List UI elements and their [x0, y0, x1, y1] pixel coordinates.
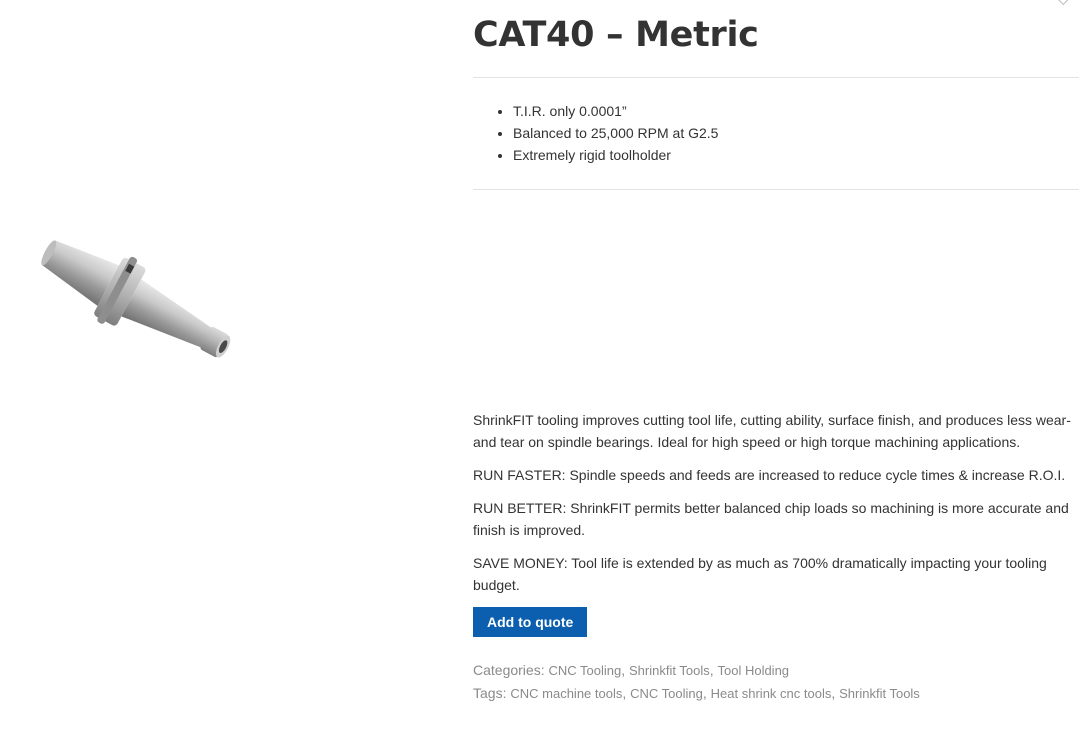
category-link[interactable]: CNC Tooling	[548, 663, 621, 678]
tags-label: Tags:	[473, 685, 507, 701]
description-paragraph: ShrinkFIT tooling improves cutting tool …	[473, 412, 1071, 450]
divider	[473, 189, 1079, 190]
toolholder-image	[41, 240, 231, 358]
categories-label: Categories:	[473, 662, 545, 678]
product-summary: CAT40 – Metric T.I.R. only 0.0001” Balan…	[473, 0, 1079, 705]
description-paragraph: RUN FASTER: Spindle speeds and feeds are…	[473, 467, 1066, 483]
product-description: ShrinkFIT tooling improves cutting tool …	[473, 409, 1079, 596]
tag-link[interactable]: CNC Tooling	[630, 686, 703, 701]
categories-row: Categories: CNC Tooling, Shrinkfit Tools…	[473, 662, 790, 678]
product-image[interactable]	[28, 228, 256, 368]
feature-item: T.I.R. only 0.0001”	[513, 100, 1079, 122]
tags-row: Tags: CNC machine tools, CNC Tooling, He…	[473, 685, 920, 701]
description-paragraph: SAVE MONEY: Tool life is extended by as …	[473, 555, 1047, 593]
category-link[interactable]: Tool Holding	[717, 663, 789, 678]
tag-link[interactable]: Shrinkfit Tools	[839, 686, 920, 701]
feature-list: T.I.R. only 0.0001” Balanced to 25,000 R…	[473, 100, 1079, 166]
divider	[473, 77, 1079, 78]
product-title: CAT40 – Metric	[473, 15, 759, 55]
tag-link[interactable]: CNC machine tools	[510, 686, 622, 701]
add-to-quote-button[interactable]: Add to quote	[473, 607, 588, 637]
category-link[interactable]: Shrinkfit Tools	[629, 663, 710, 678]
feature-item: Extremely rigid toolholder	[513, 144, 1079, 166]
product-meta: Categories: CNC Tooling, Shrinkfit Tools…	[473, 659, 1079, 705]
description-paragraph: RUN BETTER: ShrinkFIT permits better bal…	[473, 500, 1069, 538]
tag-link[interactable]: Heat shrink cnc tools	[711, 686, 832, 701]
feature-item: Balanced to 25,000 RPM at G2.5	[513, 122, 1079, 144]
